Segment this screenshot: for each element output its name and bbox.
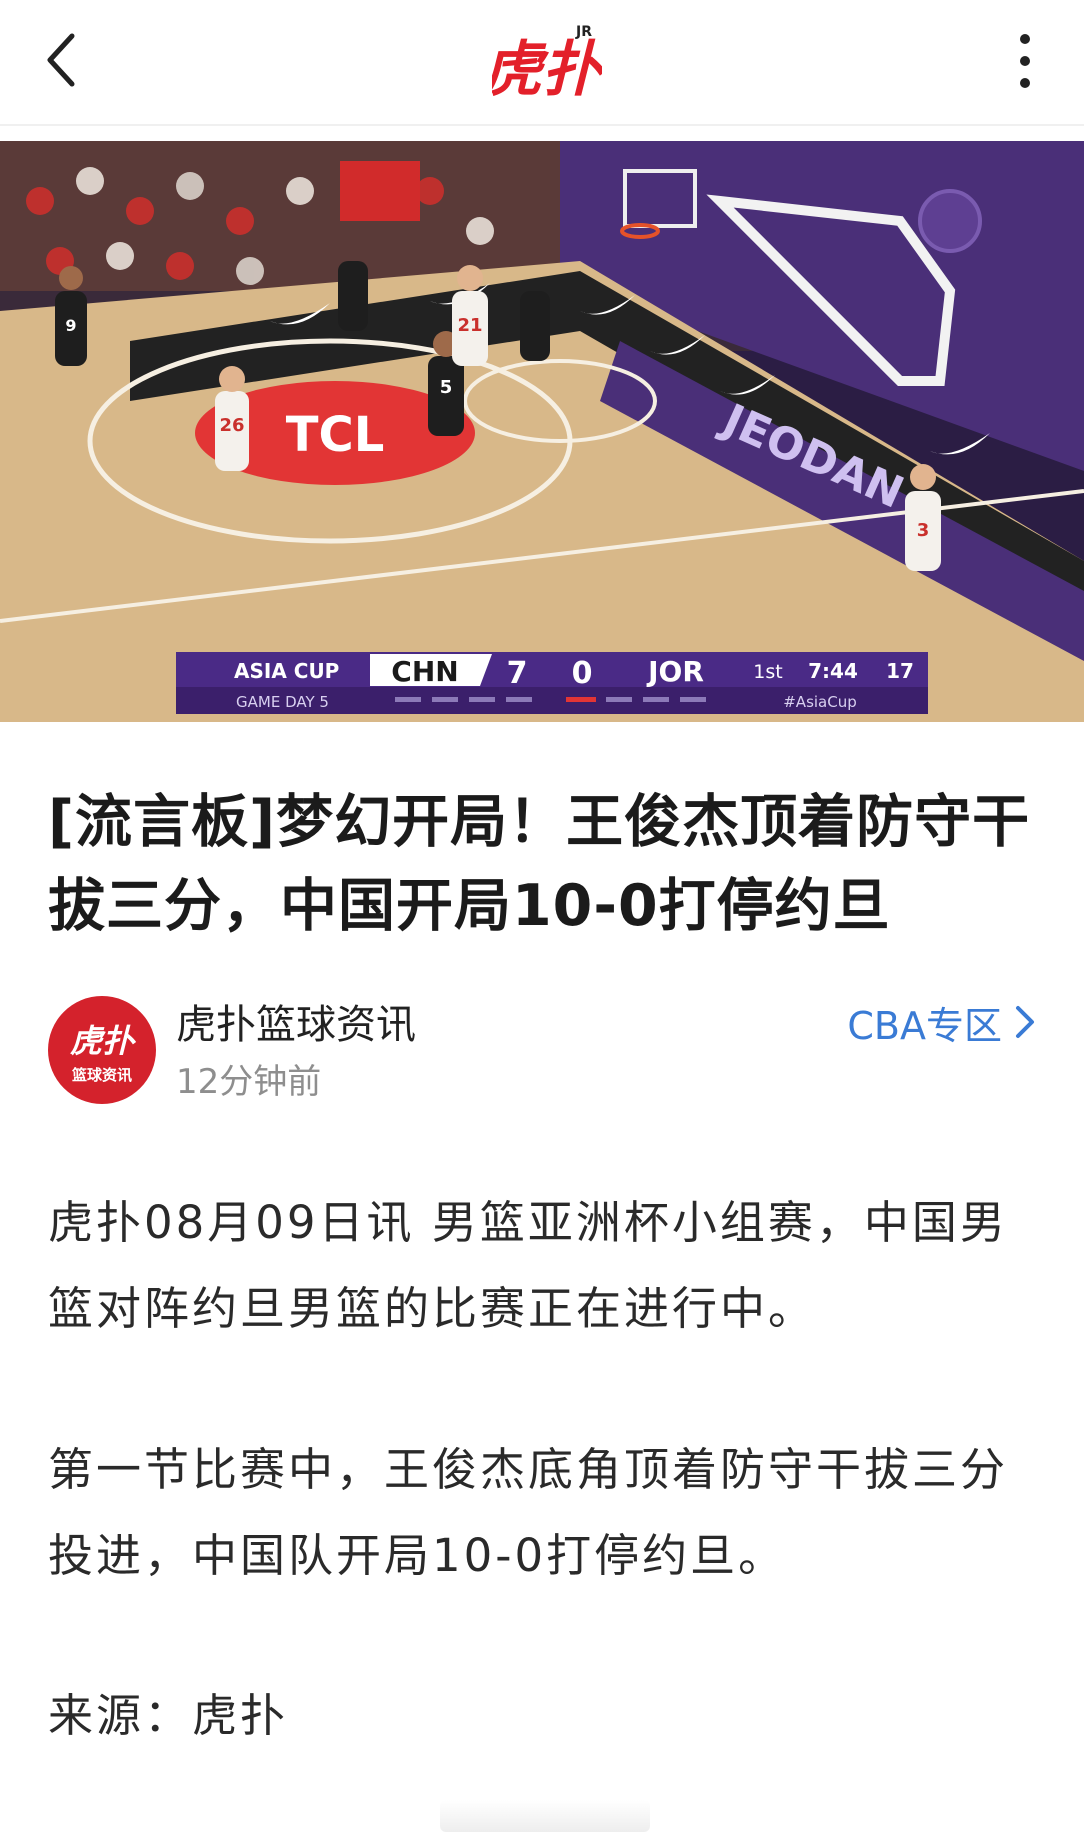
hupu-logo: 虎扑 JR <box>482 18 606 105</box>
chevron-left-icon <box>47 33 75 87</box>
period: 1st <box>753 661 782 683</box>
back-button[interactable] <box>38 24 108 94</box>
scoreboard: ASIA CUP GAME DAY 5 CHN 7 0 JOR 1st 7:44… <box>176 652 928 714</box>
author-row: 虎扑 篮球资讯 虎扑篮球资讯 12分钟前 CBA专区 <box>48 996 1038 1106</box>
home-team: CHN <box>391 655 458 688</box>
post-time: 12分钟前 <box>176 1062 322 1102</box>
logo-text: 虎扑 <box>492 35 602 98</box>
svg-text:3: 3 <box>917 520 930 541</box>
home-score: 7 <box>507 656 528 691</box>
author-name[interactable]: 虎扑篮球资讯 <box>176 1000 416 1050</box>
game-clock: 7:44 <box>808 659 858 683</box>
cba-zone-link[interactable]: CBA专区 <box>847 996 1038 1048</box>
svg-text:26: 26 <box>219 415 244 436</box>
hashtag: #AsiaCup <box>783 693 857 711</box>
svg-text:5: 5 <box>440 377 453 398</box>
more-vertical-icon <box>1020 34 1030 88</box>
away-score: 0 <box>572 656 593 691</box>
svg-text:9: 9 <box>65 316 76 335</box>
zone-link-label: CBA专区 <box>847 1003 1002 1048</box>
top-bar: 虎扑 JR <box>0 0 1084 126</box>
event-name: ASIA CUP <box>234 659 339 683</box>
avatar-logo-text: 虎扑 <box>70 1022 137 1060</box>
hero-image[interactable]: JEODAN TCL 26 5 3 21 9 ASIA CUP GAME DAY… <box>0 141 1084 722</box>
article-paragraph: 第一节比赛中，王俊杰底角顶着防守干拔三分投进，中国队开局10-0打停约旦。 <box>48 1443 1009 1582</box>
article-paragraph: 虎扑08月09日讯 男篮亚洲杯小组赛，中国男篮对阵约旦男篮的比赛正在进行中。 <box>48 1196 1008 1335</box>
away-team: JOR <box>646 655 704 688</box>
more-options-button[interactable] <box>1000 26 1050 96</box>
court-logo-text: TCL <box>286 407 385 463</box>
svg-text:21: 21 <box>457 315 482 336</box>
avatar-sub-text: 篮球资讯 <box>71 1066 132 1084</box>
article-source: 来源：虎扑 <box>48 1689 289 1742</box>
chevron-right-icon <box>1016 1006 1034 1038</box>
game-day: GAME DAY 5 <box>236 693 329 711</box>
logo-badge: JR <box>575 24 592 40</box>
bottom-indicator <box>440 1800 650 1832</box>
author-avatar[interactable]: 虎扑 篮球资讯 <box>48 996 156 1104</box>
article-title: [流言板]梦幻开局！王俊杰顶着防守干拔三分，中国开局10-0打停约旦 <box>48 789 1031 939</box>
shot-clock: 17 <box>886 659 914 683</box>
